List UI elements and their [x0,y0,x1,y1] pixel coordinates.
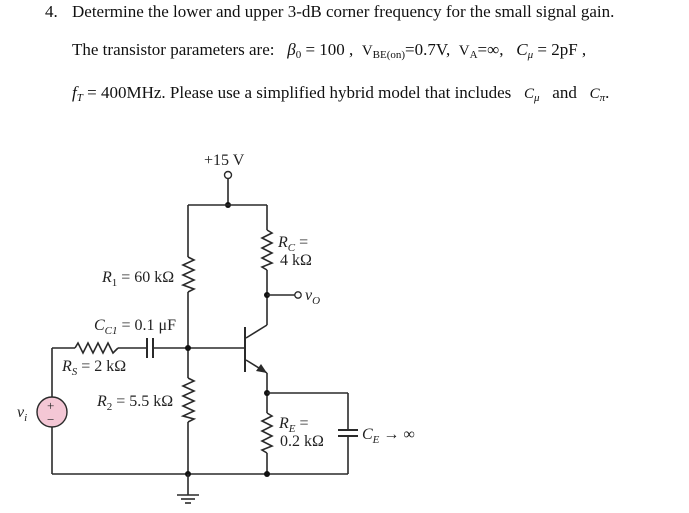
source-plus-sign: + [47,398,54,413]
cc1-label: CC1 = 0.1 μF [94,317,176,337]
vo-label: vO [305,287,320,307]
r2-label: R2 = 5.5 kΩ [96,393,173,413]
rs-label: RS = 2 kΩ [61,358,126,378]
re-value: 0.2 kΩ [280,433,324,450]
re-label: RE = [278,415,309,435]
supply-terminal [223,170,233,180]
output-terminal [294,291,302,299]
transistor-collector [245,324,268,339]
ce-label: CE → ∞ [362,426,415,446]
ground-icon [177,474,199,504]
r2-resistor [180,377,197,423]
rs-resistor [74,341,119,355]
r1-label: R1 = 60 kΩ [101,269,174,289]
rc-resistor [260,229,274,271]
vi-label: vi [17,404,27,424]
emitter-arrow-icon [256,364,267,373]
supply-label: +15 V [204,152,245,169]
rc-value: 4 kΩ [280,252,312,269]
re-resistor [260,412,274,454]
re-ground-junction [264,471,270,477]
r1-resistor [180,256,197,293]
source-minus-sign: − [47,412,54,427]
rc-label: RC = [277,234,308,254]
base-junction [185,345,191,351]
circuit-diagram: +15 V R1 = 60 kΩ RC = 4 kΩ vO CC1 = 0.1 … [17,152,415,504]
